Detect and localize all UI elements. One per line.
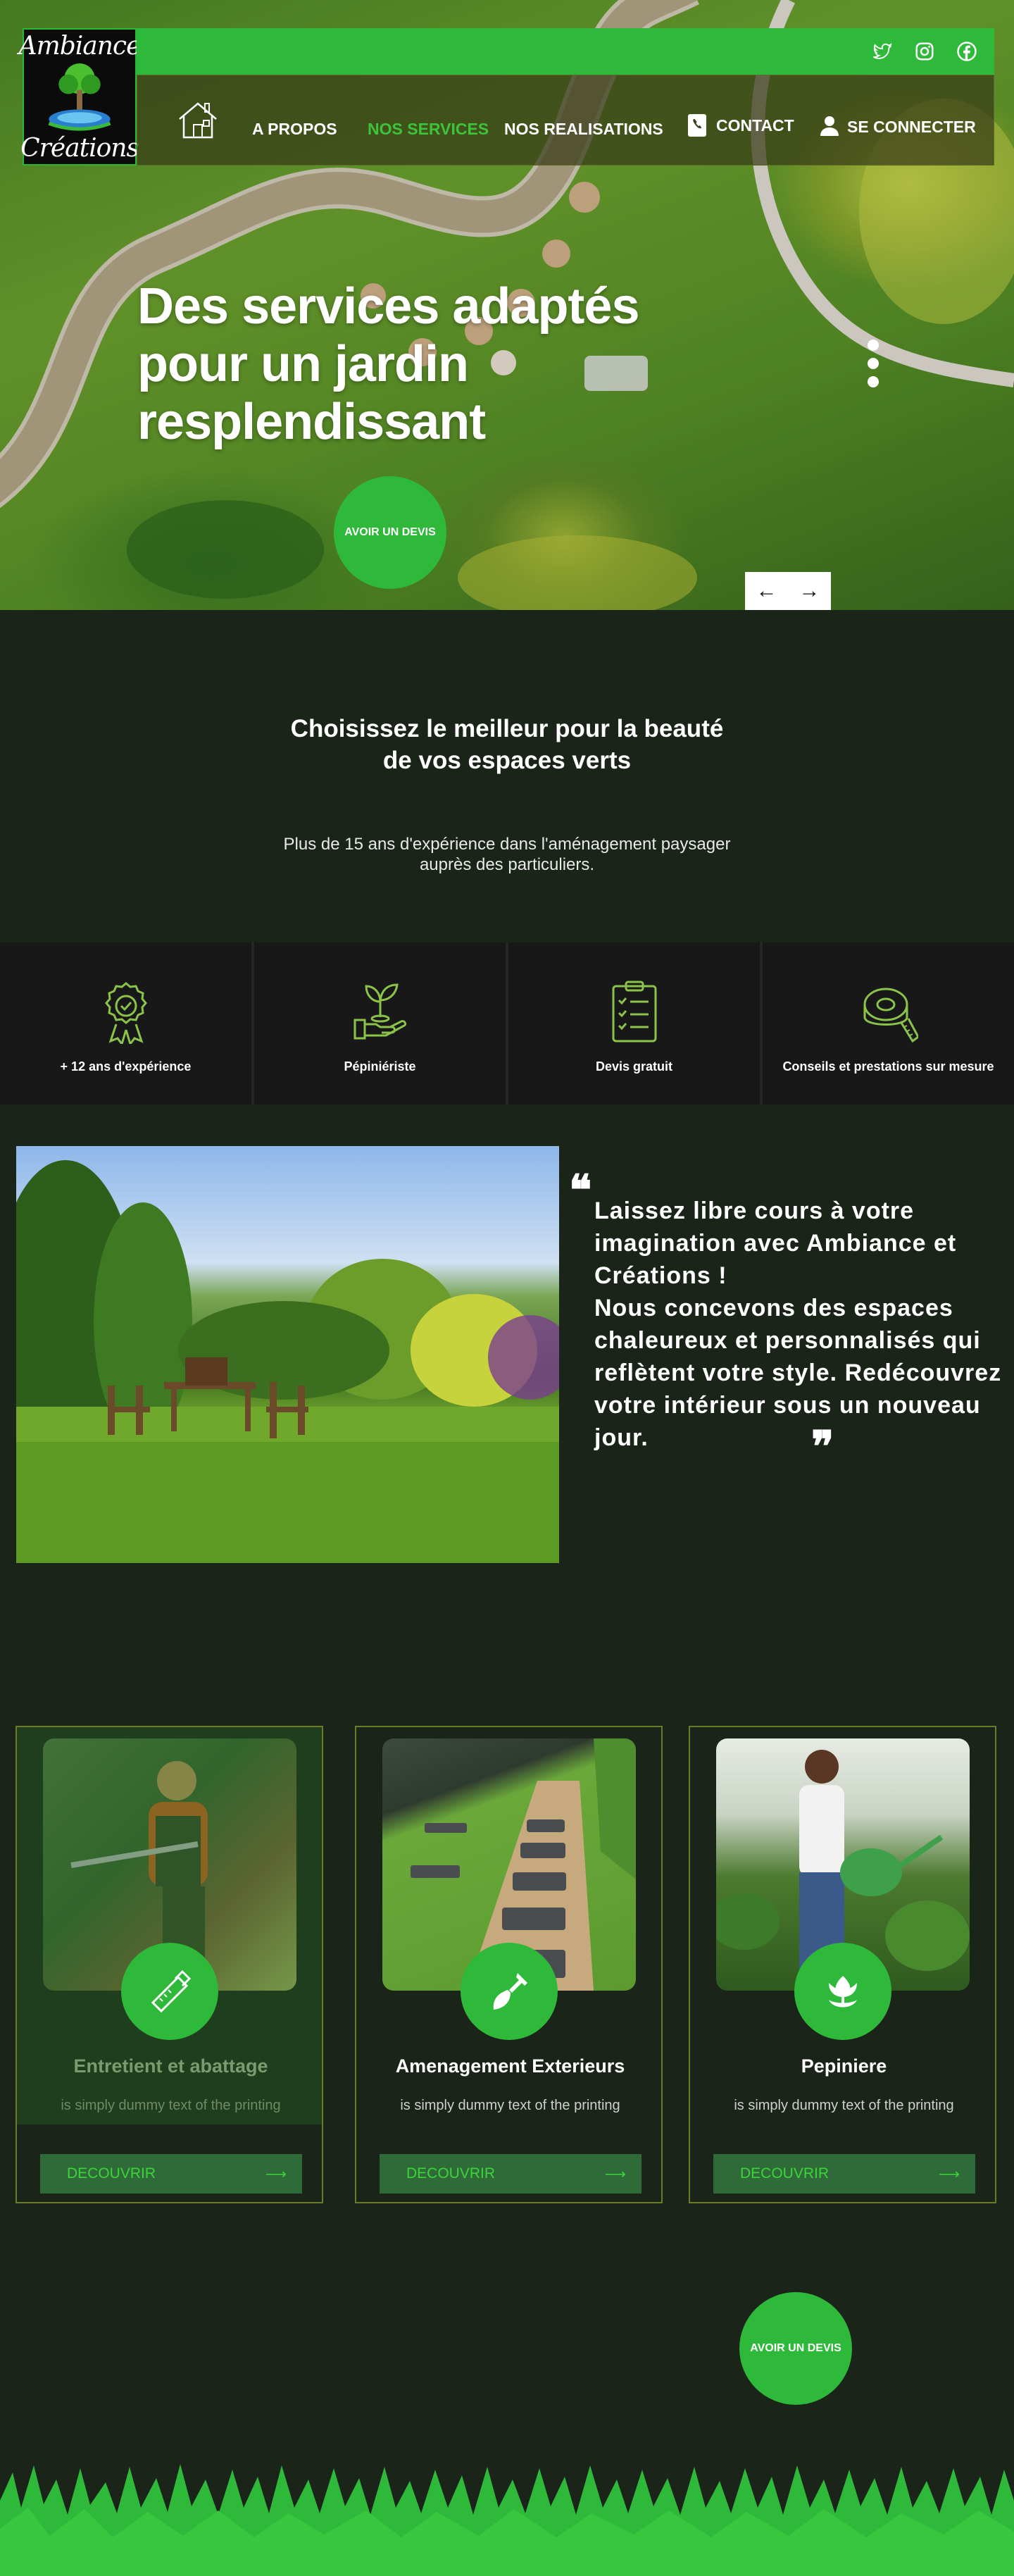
quote-request-button[interactable]: AVOIR UN DEVIS <box>334 476 446 589</box>
service-card[interactable]: Amenagement Exterieurs is simply dummy t… <box>355 1726 663 2203</box>
phone-book-icon <box>688 114 706 137</box>
intro-subtitle: Plus de 15 ans d'expérience dans l'aména… <box>0 834 1014 875</box>
sprout-hand-icon <box>353 983 406 1040</box>
nav-item-a-propos[interactable]: A PROPOS <box>252 120 337 139</box>
arrow-left-icon[interactable]: ← <box>756 579 777 603</box>
social-topbar <box>137 28 994 75</box>
logo-text-top: Ambiance <box>18 32 142 61</box>
award-ribbon-icon <box>104 982 147 1044</box>
grass-footer-decoration <box>0 2464 1014 2576</box>
nav-item-nos-services[interactable]: NOS SERVICES <box>368 120 489 139</box>
site-logo[interactable]: Ambiance Créations <box>19 28 141 166</box>
discover-button[interactable]: DECOUVRIR ⟶ <box>40 2154 302 2194</box>
feature-label: Pépiniériste <box>344 1059 416 1074</box>
nav-item-login[interactable]: SE CONNECTER <box>819 115 976 139</box>
feature-item: Devis gratuit <box>508 942 760 1105</box>
shovel-icon <box>493 1973 527 2010</box>
hero-title: Des services adaptés pour un jardin resp… <box>137 278 639 450</box>
feature-item: + 12 ans d'expérience <box>0 942 251 1105</box>
close-quote-icon: ❞ <box>811 1422 834 1471</box>
garden-table-photo <box>16 1146 559 1563</box>
garden-photo-art <box>16 1160 559 1563</box>
slider-dot[interactable] <box>868 376 879 387</box>
feature-label: Devis gratuit <box>595 1059 673 1074</box>
intro-title: Choisissez le meilleur pour la beauté de… <box>0 713 1014 776</box>
nav-item-contact[interactable]: CONTACT <box>687 113 794 137</box>
chainsaw-icon <box>151 1970 192 2013</box>
intro-section: Choisissez le meilleur pour la beauté de… <box>0 610 1014 942</box>
slider-dot[interactable] <box>868 340 879 351</box>
feature-item: Pépiniériste <box>254 942 506 1105</box>
discover-label: DECOUVRIR <box>406 2165 496 2182</box>
intro-subtitle-line: auprès des particuliers. <box>419 855 595 874</box>
tulip-icon <box>829 1976 857 2008</box>
service-description: is simply dummy text of the printing <box>734 2098 954 2113</box>
service-card[interactable]: Pepiniere is simply dummy text of the pr… <box>689 1726 996 2203</box>
discover-button[interactable]: DECOUVRIR ⟶ <box>380 2154 641 2194</box>
discover-label: DECOUVRIR <box>67 2165 156 2182</box>
feature-item: Conseils et prestations sur mesure <box>763 942 1014 1105</box>
card-icon-badge <box>794 1943 891 2040</box>
user-icon <box>820 116 839 136</box>
intro-subtitle-line: Plus de 15 ans d'expérience dans l'aména… <box>283 835 731 854</box>
arrow-right-icon: ⟶ <box>938 2165 960 2182</box>
quote-block: ❝ Laissez libre cours à votre imaginatio… <box>569 1166 1011 1451</box>
feature-label: Conseils et prestations sur mesure <box>782 1059 994 1074</box>
card-icon-badge <box>461 1943 558 2040</box>
twitter-icon[interactable] <box>872 41 893 62</box>
quote-request-button-bottom[interactable]: AVOIR UN DEVIS <box>739 2292 852 2405</box>
service-description: is simply dummy text of the printing <box>400 2098 620 2113</box>
service-card[interactable]: Entretient et abattage is simply dummy t… <box>15 1726 323 2203</box>
service-description: is simply dummy text of the printing <box>61 2098 281 2113</box>
main-navbar: A PROPOS NOS SERVICES NOS REALISATIONS C… <box>137 75 994 166</box>
intro-title-line: Choisissez le meilleur pour la beauté <box>290 715 724 742</box>
measuring-tape-icon <box>863 988 918 1043</box>
open-quote-icon: ❝ <box>569 1166 592 1215</box>
service-title: Pepiniere <box>801 2055 887 2077</box>
logo-text-bottom: Créations <box>20 134 139 163</box>
discover-button[interactable]: DECOUVRIR ⟶ <box>713 2154 975 2194</box>
checklist-clipboard-icon <box>612 981 656 1043</box>
slider-dots <box>868 340 879 387</box>
arrow-right-icon: ⟶ <box>604 2165 626 2182</box>
service-title: Entretient et abattage <box>73 2055 268 2077</box>
arrow-right-icon[interactable]: → <box>799 579 820 603</box>
intro-title-line: de vos espaces verts <box>382 747 632 774</box>
nav-item-nos-realisations[interactable]: NOS REALISATIONS <box>504 120 663 139</box>
home-icon[interactable] <box>175 98 220 143</box>
feature-label: + 12 ans d'expérience <box>60 1059 192 1074</box>
instagram-icon[interactable] <box>914 41 935 62</box>
tree-pool-logo-icon <box>48 63 111 131</box>
arrow-right-icon: ⟶ <box>265 2165 287 2182</box>
service-title: Amenagement Exterieurs <box>395 2055 625 2077</box>
quote-text: Laissez libre cours à votre imagination … <box>594 1197 1002 1451</box>
discover-label: DECOUVRIR <box>740 2165 830 2182</box>
facebook-icon[interactable] <box>956 41 977 62</box>
slider-arrows: ← → <box>745 572 831 610</box>
contact-label: CONTACT <box>716 116 794 135</box>
login-label: SE CONNECTER <box>847 117 976 136</box>
card-icon-badge <box>121 1943 218 2040</box>
slider-dot[interactable] <box>868 358 879 369</box>
features-strip: + 12 ans d'expérience Pépiniériste Devis… <box>0 942 1014 1105</box>
hero-section: Ambiance Créations A PROPOS NOS SERVICES… <box>0 0 1014 610</box>
